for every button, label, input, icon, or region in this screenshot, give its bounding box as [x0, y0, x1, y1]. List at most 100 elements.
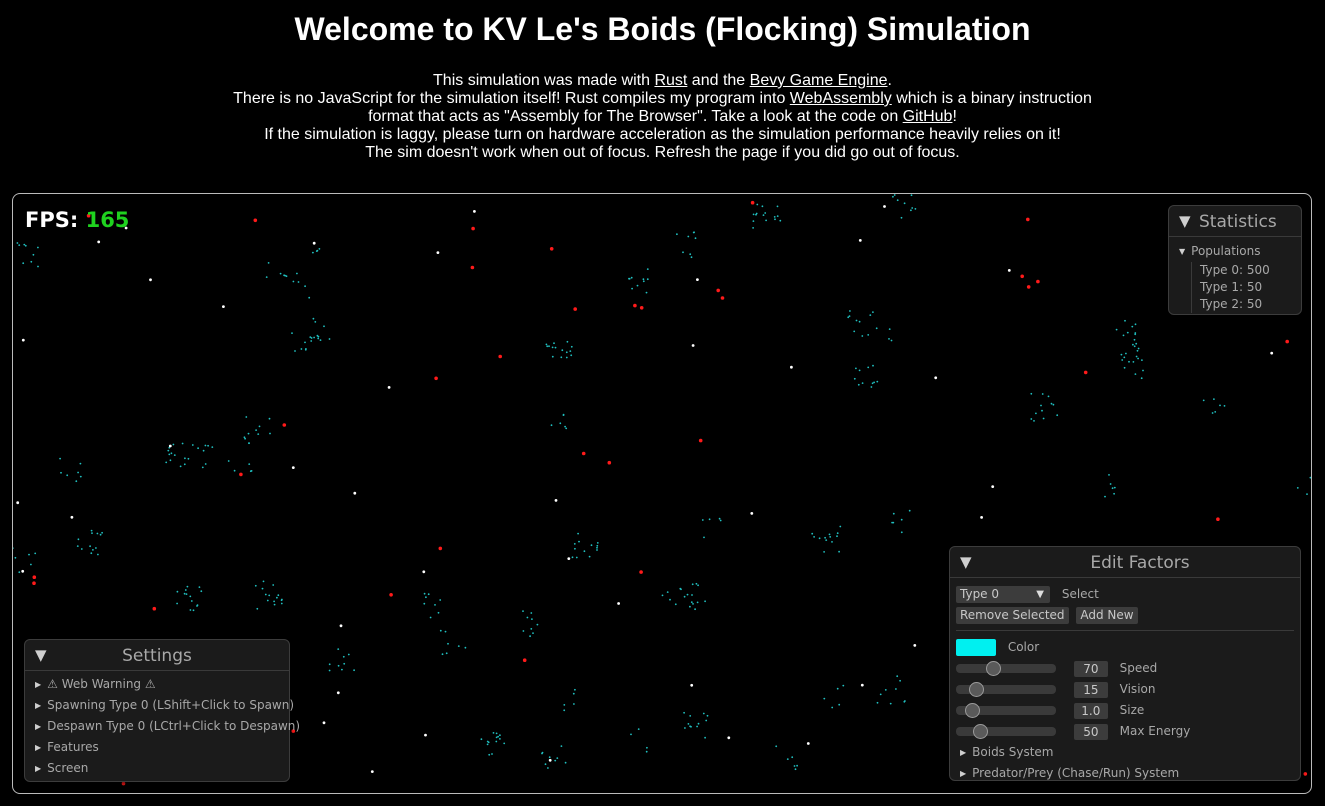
statistics-header[interactable]: ▼ Statistics [1169, 206, 1301, 237]
webassembly-link[interactable]: WebAssembly [790, 90, 892, 107]
boid-type0 [279, 272, 282, 275]
boid-type0 [294, 350, 296, 352]
speed-value[interactable]: 70 [1073, 660, 1108, 677]
boid-type0 [34, 552, 37, 555]
boid-type0 [292, 280, 295, 283]
boid-type0 [1111, 487, 1114, 490]
boid-type0 [28, 553, 30, 556]
boid-type2 [581, 451, 586, 456]
add-new-button[interactable]: Add New [1076, 607, 1138, 624]
bevy-link[interactable]: Bevy Game Engine [750, 72, 888, 89]
github-link[interactable]: GitHub [903, 108, 953, 125]
size-slider[interactable] [956, 700, 1056, 721]
boid-type0 [1133, 338, 1136, 341]
boid-type0 [566, 340, 569, 343]
boid-type0 [705, 719, 708, 722]
boid-type0 [762, 214, 765, 216]
settings-item-spawning[interactable]: ▶ Spawning Type 0 (LShift+Click to Spawn) [35, 695, 294, 716]
boid-type0 [185, 593, 188, 595]
boid-type0 [813, 536, 815, 538]
color-swatch[interactable] [956, 639, 996, 656]
boid-type0 [1140, 377, 1143, 380]
boid-type1 [473, 210, 476, 213]
boid-type0 [529, 635, 531, 638]
populations-label: Populations [1191, 244, 1261, 258]
boid-type0 [910, 194, 913, 197]
boid-type0 [486, 740, 489, 743]
settings-title: Settings [122, 646, 192, 666]
boid-type0 [273, 600, 275, 603]
settings-item-screen[interactable]: ▶ Screen [35, 758, 289, 779]
boid-type0 [893, 194, 896, 196]
boid-type0 [890, 339, 893, 342]
boid-type0 [37, 246, 39, 249]
populations-toggle[interactable]: ▼ Populations [1179, 241, 1301, 262]
type-select[interactable]: Type 0 ▼ [956, 586, 1050, 603]
boid-type0 [441, 653, 444, 656]
boid-type0 [32, 253, 35, 256]
vision-value[interactable]: 15 [1073, 681, 1108, 698]
boid-type0 [565, 356, 568, 359]
rust-link[interactable]: Rust [654, 72, 687, 89]
boid-type0 [756, 203, 759, 206]
max-energy-slider[interactable] [956, 721, 1056, 742]
boid-type0 [903, 700, 906, 703]
simulation-canvas[interactable]: FPS: 165 ▼ Statistics ▼ Populations Type … [12, 193, 1312, 794]
boid-type0 [775, 745, 778, 748]
speed-slider[interactable] [956, 658, 1056, 679]
boid-type0 [884, 689, 887, 691]
boid-type0 [189, 609, 192, 611]
boid-type0 [861, 335, 864, 337]
boid-type0 [892, 195, 894, 198]
boid-type0 [1211, 412, 1214, 414]
boid-type0 [876, 380, 879, 383]
boid-type1 [339, 624, 343, 628]
collapse-triangle-icon[interactable]: ▼ [960, 553, 972, 571]
collapse-triangle-icon[interactable]: ▼ [1179, 212, 1191, 230]
boid-type2 [498, 354, 503, 359]
boid-type0 [578, 540, 580, 543]
vision-slider[interactable] [956, 679, 1056, 700]
boid-type0 [297, 281, 300, 283]
edit-factors-header[interactable]: ▼ Edit Factors [950, 547, 1300, 578]
boid-type2 [1285, 339, 1289, 344]
boid-type0 [437, 611, 440, 614]
size-value[interactable]: 1.0 [1073, 702, 1108, 719]
boids-system-toggle[interactable]: ▶ Boids System [956, 742, 1300, 763]
boid-type0 [563, 709, 566, 712]
speed-label: Speed [1119, 661, 1158, 675]
boid-type0 [701, 519, 704, 521]
boid-type0 [661, 594, 664, 597]
slider-knob[interactable] [986, 661, 1002, 676]
boid-type1 [750, 512, 754, 515]
settings-item-label: Features [47, 740, 99, 754]
slider-knob[interactable] [968, 682, 984, 697]
slider-knob[interactable] [964, 703, 980, 718]
boid-type0 [1115, 328, 1118, 331]
boid-type0 [319, 339, 322, 341]
boid-type0 [96, 532, 99, 535]
boid-type2 [438, 546, 443, 551]
boid-type0 [1132, 361, 1135, 363]
boid-type0 [570, 354, 573, 357]
boid-type0 [1132, 343, 1134, 346]
settings-header[interactable]: ▼ Settings [25, 640, 289, 671]
boid-type0 [774, 218, 776, 221]
boid-type0 [645, 750, 648, 753]
max-energy-value[interactable]: 50 [1073, 723, 1108, 740]
boid-type0 [488, 753, 491, 756]
boid-type1 [567, 557, 571, 560]
boid-type0 [903, 202, 906, 205]
boid-type0 [1137, 347, 1140, 350]
settings-item-features[interactable]: ▶ Features [35, 737, 289, 758]
boid-type0 [1214, 411, 1217, 413]
boid-type0 [676, 233, 678, 236]
boid-type0 [572, 692, 575, 695]
remove-selected-button[interactable]: Remove Selected [956, 607, 1069, 624]
settings-item-despawn[interactable]: ▶ Despawn Type 0 (LCtrl+Click to Despawn) [35, 716, 300, 737]
settings-item-web-warning[interactable]: ▶ ⚠ Web Warning ⚠ [35, 674, 289, 695]
boid-type0 [530, 628, 533, 630]
slider-knob[interactable] [973, 724, 989, 739]
predator-prey-toggle[interactable]: ▶ Predator/Prey (Chase/Run) System [956, 763, 1300, 784]
settings-item-label: Despawn Type 0 (LCtrl+Click to Despawn) [47, 719, 301, 733]
